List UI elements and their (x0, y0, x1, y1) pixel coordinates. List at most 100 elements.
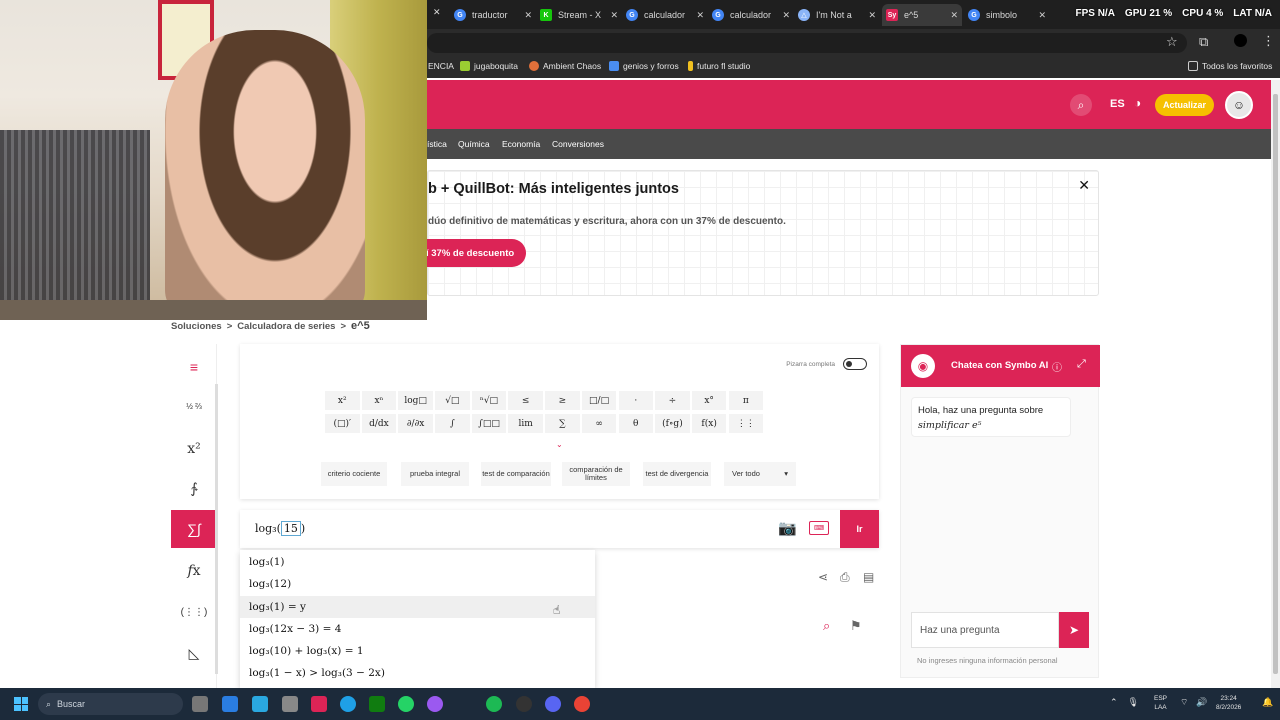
browser-tab[interactable]: G traductor ✕ (454, 4, 536, 26)
breadcrumb-solutions[interactable]: Soluciones (171, 321, 222, 332)
edge-icon[interactable] (340, 696, 356, 712)
key-geq[interactable]: ≥ (544, 390, 581, 411)
key-nth-root[interactable]: ⁿ√□ (470, 390, 508, 411)
browser-tab[interactable]: G calculador ✕ (626, 4, 708, 26)
page-scrollbar[interactable] (1271, 80, 1280, 688)
key-sqrt[interactable]: √□ (434, 390, 471, 411)
key-limit[interactable]: lim (507, 413, 544, 434)
scrollbar-thumb[interactable] (1273, 94, 1278, 674)
share-icon[interactable]: ⋖ (818, 570, 828, 584)
key-definite-integral[interactable]: ∫□□ (470, 413, 508, 434)
input-argument[interactable]: 15 (280, 521, 301, 536)
info-icon[interactable]: ⓘ (1052, 359, 1062, 374)
key-function[interactable]: f(x) (690, 413, 728, 434)
bookmark-star-icon[interactable]: ☆ (1166, 34, 1178, 50)
contrast-toggle-icon[interactable]: ◑ (1134, 96, 1141, 110)
fractions-icon[interactable]: ½ ⅔ (171, 387, 217, 425)
avatar[interactable]: ☺ (1225, 91, 1253, 119)
key-degree[interactable]: x° (690, 390, 728, 411)
chevron-up-icon[interactable]: ⌃ (1110, 697, 1118, 708)
key-derivative-prime[interactable]: (□)′ (324, 413, 361, 434)
bookmark-item[interactable]: futuro fl studio (688, 61, 750, 71)
close-tab-icon[interactable]: ✕ (433, 7, 441, 18)
close-icon[interactable]: ✕ (524, 10, 532, 21)
math-input-bar[interactable]: log₃(15) 📷 ⌨ Ir (240, 510, 879, 548)
obs-icon[interactable] (516, 696, 532, 712)
browser-tab-active[interactable]: Sy e^5 ✕ (882, 4, 962, 26)
clock[interactable]: 23:24 8/2/2026 (1216, 694, 1241, 712)
close-icon[interactable]: ✕ (1078, 177, 1090, 194)
bookmark-icon[interactable]: ⚑ (850, 618, 862, 634)
discord-icon[interactable] (545, 696, 561, 712)
bookmark-item[interactable]: Ambient Chaos (529, 61, 601, 71)
xbox-icon[interactable] (369, 696, 385, 712)
app-icon[interactable] (252, 696, 268, 712)
toggle-switch[interactable] (843, 358, 867, 370)
keyboard-icon[interactable]: ⌨ (809, 521, 829, 535)
key-fraction[interactable]: □/□ (580, 390, 618, 411)
taskbar-search[interactable]: ⌕ Buscar (38, 693, 183, 715)
chevron-down-icon[interactable]: ⌄ (556, 440, 563, 449)
browser-tab[interactable]: G simbolo ✕ (968, 4, 1050, 26)
math-input[interactable]: log₃(15) (255, 521, 305, 536)
windows-start-icon[interactable] (14, 697, 28, 711)
mouse-app-icon[interactable] (282, 696, 298, 712)
triangle-icon[interactable]: ◺ (171, 634, 217, 672)
category-divergence-test[interactable]: test de divergencia (643, 462, 711, 486)
suggestion-item[interactable]: log₃(10) + log₃(x) = 1 (240, 640, 595, 662)
bookmark-item[interactable]: ENCIA (428, 61, 454, 71)
browser-tab[interactable]: G calculador ✕ (712, 4, 794, 26)
rail-scrollbar[interactable] (215, 384, 218, 674)
url-input[interactable] (427, 33, 1187, 53)
print-icon[interactable]: ⎙ (840, 570, 850, 585)
nav-item-statistics[interactable]: ística (427, 139, 447, 149)
suggestion-item[interactable]: log₃(12) (240, 573, 595, 595)
key-sum[interactable]: ∑ (544, 413, 581, 434)
category-limit-comparison[interactable]: comparación de límites (562, 462, 630, 486)
browser-tab[interactable]: △ I'm Not a ✕ (798, 4, 880, 26)
matrix-icon[interactable]: (⋮⋮) (171, 593, 217, 631)
all-bookmarks[interactable]: Todos los favoritos (1188, 61, 1272, 71)
wifi-icon[interactable]: ⌔ (1180, 697, 1188, 708)
suggestion-item[interactable]: log₃(1) (240, 551, 595, 573)
key-log[interactable]: log□ (397, 390, 434, 411)
bookmark-item[interactable]: jugaboquita (460, 61, 518, 71)
power-icon[interactable]: x² (171, 430, 217, 468)
close-icon[interactable]: ✕ (782, 10, 790, 21)
upgrade-button[interactable]: Actualizar (1155, 94, 1215, 116)
app-icon[interactable] (311, 696, 327, 712)
app-icon[interactable] (427, 696, 443, 712)
extensions-icon[interactable]: ⧉ (1199, 34, 1208, 50)
go-button[interactable]: Ir (840, 510, 879, 548)
close-icon[interactable]: ✕ (1038, 10, 1046, 21)
store-icon[interactable] (222, 696, 238, 712)
suggestion-item[interactable]: log₃(12x − 3) = 4 (240, 618, 595, 640)
menu-icon[interactable]: ⋮ (1262, 33, 1275, 49)
category-integral-test[interactable]: prueba integral (401, 462, 469, 486)
notification-icon[interactable]: 🔔 (1262, 697, 1273, 708)
zoom-search-icon[interactable]: ⌕ (823, 618, 830, 634)
search-icon[interactable]: ⌕ (1070, 94, 1092, 116)
category-comparison-test[interactable]: test de comparación (481, 462, 551, 486)
close-icon[interactable]: ✕ (868, 10, 876, 21)
close-icon[interactable]: ✕ (610, 10, 618, 21)
browser-tab[interactable]: K Stream - X ✕ (540, 4, 622, 26)
key-infinity[interactable]: ∞ (580, 413, 618, 434)
key-integral[interactable]: ∫ (434, 413, 471, 434)
key-matrix[interactable]: ⋮⋮ (727, 413, 765, 434)
task-view-icon[interactable] (192, 696, 208, 712)
chat-input[interactable]: Haz una pregunta (911, 612, 1059, 648)
category-ratio-test[interactable]: criterio cociente (321, 462, 387, 486)
key-multiply[interactable]: · (617, 390, 654, 411)
see-all-dropdown[interactable]: Ver todo ▾ (724, 462, 796, 486)
bookmark-item[interactable]: genios y forros (609, 61, 679, 71)
key-divide[interactable]: ÷ (654, 390, 691, 411)
volume-icon[interactable]: 🔊 (1196, 697, 1207, 708)
key-square[interactable]: x² (324, 390, 361, 411)
full-board-toggle[interactable]: Pizarra completa (786, 358, 867, 370)
chrome-icon[interactable] (574, 696, 590, 712)
profile-icon[interactable] (1234, 34, 1247, 47)
pdf-icon[interactable]: ▤ (863, 570, 874, 584)
input-language[interactable]: ESP LAA (1154, 694, 1167, 712)
key-pi[interactable]: π (727, 390, 765, 411)
